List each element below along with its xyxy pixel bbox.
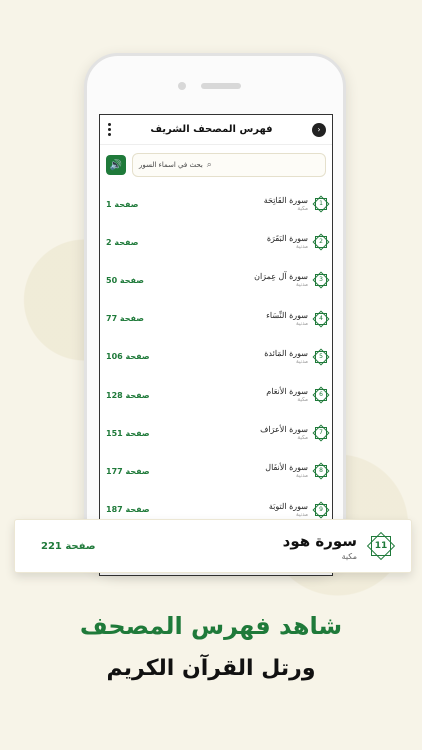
surah-page: صفحة 50 <box>106 275 145 285</box>
surah-page: صفحة 2 <box>106 237 139 247</box>
speaker-slot <box>201 83 241 89</box>
list-item[interactable]: صفحة 50 سورة آل عِمرَان مدنية 3 <box>104 261 328 299</box>
popup-page: صفحة 221 <box>41 540 96 552</box>
highlighted-surah-card[interactable]: صفحة 221 سورة هود مكية 11 <box>14 519 412 573</box>
surah-name: سورة التوبَة <box>268 501 308 511</box>
list-item[interactable]: صفحة 1 سورة الفَاتِحَة مكية 1 <box>104 185 328 223</box>
surah-page: صفحة 106 <box>106 352 150 362</box>
octagram-number-icon: 2 <box>314 235 328 249</box>
search-icon: ⌕ <box>206 160 212 170</box>
camera-dot <box>178 82 186 90</box>
list-item[interactable]: صفحة 106 سورة المَائدة مدنية 5 <box>104 338 328 376</box>
list-item[interactable]: صفحة 2 سورة البَقَرَة مدنية 2 <box>104 223 328 261</box>
search-row: 🔊 ⌕ بحث في اسماء السور <box>100 145 332 185</box>
search-placeholder: بحث في اسماء السور <box>139 161 203 169</box>
surah-name: سورة المَائدة <box>264 348 308 358</box>
octagram-number-icon: 3 <box>314 273 328 287</box>
surah-page: صفحة 151 <box>106 428 150 438</box>
surah-type: مكية <box>297 397 308 404</box>
surah-page: صفحة 187 <box>106 505 150 515</box>
surah-type: مدنية <box>296 244 308 251</box>
list-item[interactable]: صفحة 177 سورة الأنفَال مدنية 8 <box>104 452 328 490</box>
speaker-icon[interactable]: 🔊 <box>106 155 126 175</box>
surah-type: مدنية <box>296 473 308 480</box>
popup-surah-name: سورة هود <box>282 531 357 550</box>
octagram-number-icon: 11 <box>369 534 393 558</box>
surah-name: سورة الأنفَال <box>265 463 308 473</box>
chevron-right-icon[interactable]: › <box>311 122 326 137</box>
popup-surah-type: مكية <box>341 551 357 561</box>
list-item[interactable]: صفحة 128 سورة الأنعَام مكية 6 <box>104 376 328 414</box>
surah-name: سورة البَقَرَة <box>266 234 308 244</box>
surah-page: صفحة 177 <box>106 466 150 476</box>
caption-line-1: شاهد فهرس المصحف <box>79 612 343 640</box>
surah-name: سورة الفَاتِحَة <box>263 196 308 206</box>
list-item[interactable]: صفحة 77 سورة النِّسَاء مدنية 4 <box>104 300 328 338</box>
octagram-number-icon: 4 <box>314 312 328 326</box>
octagram-number-icon: 8 <box>314 464 328 478</box>
vertical-dots-icon[interactable] <box>108 123 111 136</box>
surah-type: مدنية <box>296 320 308 327</box>
surah-type: مدنية <box>296 358 308 365</box>
app-screen: فهرس المصحف الشريف › 🔊 ⌕ بحث في اسماء ال… <box>99 114 333 576</box>
top-bar: فهرس المصحف الشريف › <box>100 115 332 145</box>
octagram-number-icon: 6 <box>314 388 328 402</box>
surah-type: مدنية <box>296 282 308 289</box>
search-input[interactable]: ⌕ بحث في اسماء السور <box>132 153 326 177</box>
list-item[interactable]: صفحة 151 سورة الأعرَاف مكية 7 <box>104 414 328 452</box>
surah-type: مكية <box>297 206 308 213</box>
page-title: فهرس المصحف الشريف <box>150 124 273 135</box>
phone-frame: فهرس المصحف الشريف › 🔊 ⌕ بحث في اسماء ال… <box>84 53 346 576</box>
octagram-number-icon: 1 <box>314 197 328 211</box>
caption-line-2: ورتل القرآن الكريم <box>106 656 316 681</box>
octagram-number-icon: 7 <box>314 426 328 440</box>
octagram-number-icon: 9 <box>314 503 328 517</box>
octagram-number-icon: 5 <box>314 350 328 364</box>
surah-type: مكية <box>297 435 308 442</box>
surah-list: صفحة 1 سورة الفَاتِحَة مكية 1 صفحة 2 سورة… <box>100 185 332 529</box>
surah-type: مدنية <box>296 511 308 518</box>
surah-page: صفحة 77 <box>106 314 145 324</box>
surah-name: سورة الأعرَاف <box>260 425 308 435</box>
surah-page: صفحة 1 <box>106 199 139 209</box>
surah-name: سورة الأنعَام <box>266 387 308 397</box>
surah-page: صفحة 128 <box>106 390 150 400</box>
surah-name: سورة آل عِمرَان <box>254 272 308 282</box>
surah-name: سورة النِّسَاء <box>266 310 308 320</box>
